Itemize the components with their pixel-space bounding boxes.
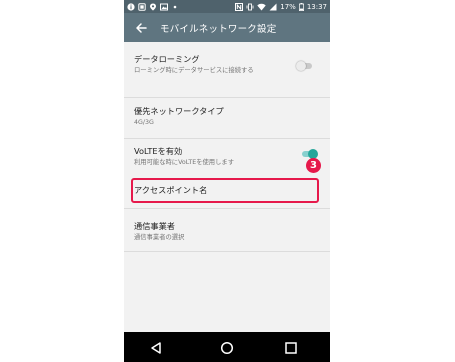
battery-icon	[298, 2, 304, 11]
highlight-box	[131, 178, 319, 203]
wifi-icon	[257, 3, 266, 11]
divider	[124, 251, 330, 252]
photo-icon	[160, 3, 168, 11]
more-dots-icon	[171, 3, 179, 11]
setting-summary: 4G/3G	[134, 119, 154, 126]
setting-summary: 利用可能な時にVoLTEを使用します	[134, 159, 234, 166]
navigation-bar	[124, 332, 330, 362]
status-left-icons	[127, 2, 179, 11]
setting-label: 優先ネットワークタイプ	[134, 106, 224, 116]
setting-preferred-network-type[interactable]: 優先ネットワークタイプ 4G/3G	[124, 106, 330, 127]
step-badge: 3	[306, 158, 321, 173]
signal-icon	[269, 3, 277, 11]
storage-icon	[138, 2, 146, 11]
divider	[124, 138, 330, 139]
vibrate-icon	[246, 3, 254, 11]
home-icon[interactable]	[220, 340, 234, 355]
status-right-icons: 17% 13:37	[235, 2, 327, 11]
phone-screen: 17% 13:37 モバイルネットワーク設定 データローミング ローミング時にデ…	[124, 0, 330, 362]
back-arrow-icon[interactable]	[135, 22, 147, 34]
setting-summary: 通信事業者の選択	[134, 234, 185, 241]
recents-icon[interactable]	[284, 340, 298, 354]
back-icon[interactable]	[149, 340, 163, 354]
divider	[124, 208, 330, 209]
divider	[124, 97, 330, 98]
battery-percent: 17%	[280, 2, 296, 11]
clock: 13:37	[306, 2, 327, 11]
setting-label: 通信事業者	[134, 221, 175, 231]
setting-carrier[interactable]: 通信事業者 通信事業者の選択	[124, 221, 330, 242]
info-icon	[127, 2, 135, 11]
location-icon	[149, 3, 157, 11]
data-roaming-toggle[interactable]	[296, 61, 314, 71]
page-title: モバイルネットワーク設定	[160, 23, 277, 35]
settings-list: データローミング ローミング時にデータサービスに接続する 優先ネットワークタイプ…	[124, 42, 330, 332]
nfc-icon	[235, 2, 244, 11]
toggle-thumb	[296, 61, 306, 71]
app-bar: モバイルネットワーク設定	[124, 13, 330, 42]
status-bar: 17% 13:37	[124, 0, 330, 13]
